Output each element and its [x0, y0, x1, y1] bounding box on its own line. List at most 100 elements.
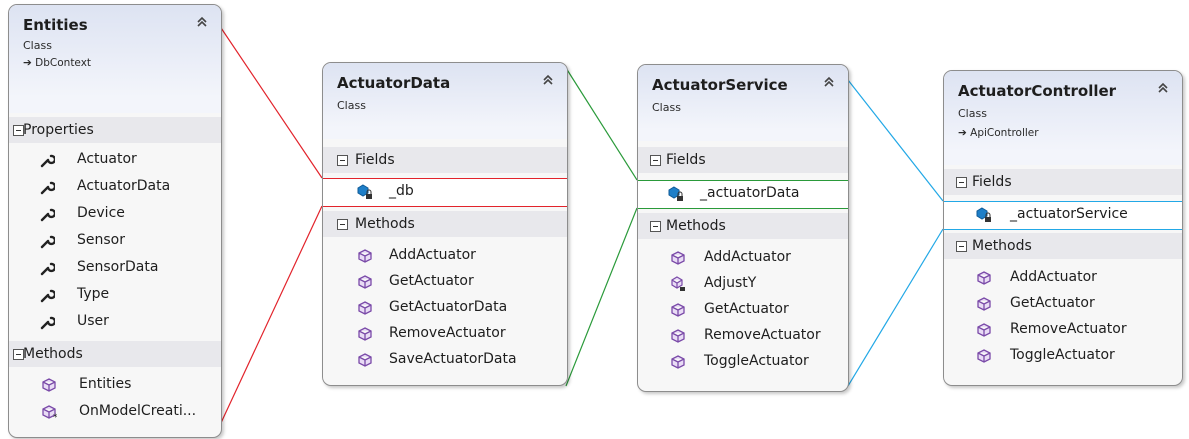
method-cube-icon — [977, 297, 991, 311]
property-item[interactable]: ActuatorData — [9, 174, 221, 200]
method-cube-icon — [358, 327, 372, 341]
collapse-section-icon[interactable] — [650, 155, 661, 166]
section-label: Fields — [972, 174, 1012, 190]
section-fields[interactable]: Fields — [638, 147, 848, 173]
collapse-section-icon[interactable] — [650, 221, 661, 232]
section-methods[interactable]: Methods — [323, 211, 567, 237]
property-item[interactable]: Actuator — [9, 147, 221, 173]
method-name: SaveActuatorData — [389, 351, 517, 367]
method-cube-icon — [358, 301, 372, 315]
class-title: ActuatorData — [337, 74, 451, 92]
section-label: Methods — [355, 216, 415, 232]
method-cube-icon — [977, 323, 991, 337]
base-class-name: ApiController — [970, 127, 1039, 139]
property-item[interactable]: Device — [9, 201, 221, 227]
svg-text:*: * — [53, 413, 57, 420]
class-box-actuatorcontroller[interactable]: ActuatorController Class ➔ ApiController… — [943, 70, 1183, 386]
property-name: ActuatorData — [77, 178, 171, 194]
collapse-section-icon[interactable] — [337, 219, 348, 230]
section-label: Methods — [972, 238, 1032, 254]
method-cube-icon — [358, 353, 372, 367]
wrench-icon — [40, 235, 55, 249]
method-item[interactable]: RemoveActuator — [323, 321, 567, 347]
wrench-icon — [40, 208, 55, 222]
class-kind: Class — [652, 101, 681, 114]
section-methods[interactable]: Methods — [9, 341, 221, 367]
section-fields[interactable]: Fields — [944, 169, 1182, 195]
class-kind: Class — [23, 39, 52, 52]
class-header: ActuatorData Class — [323, 63, 567, 139]
method-name: ToggleActuator — [704, 353, 809, 369]
method-name: GetActuatorData — [389, 299, 508, 315]
field-item[interactable]: _db — [323, 179, 567, 205]
link-entities-actuatordata-top — [212, 15, 323, 179]
section-label: Fields — [666, 152, 706, 168]
method-item[interactable]: GetActuatorData — [323, 295, 567, 321]
method-item[interactable]: GetActuator — [944, 291, 1182, 317]
method-item[interactable]: AddActuator — [323, 243, 567, 269]
class-header: Entities Class ➔ DbContext — [9, 5, 221, 113]
link-actuatordata-actuatorservice-bottom — [565, 207, 638, 387]
method-item[interactable]: AddActuator — [944, 265, 1182, 291]
collapse-icon[interactable] — [822, 75, 836, 89]
method-item[interactable]: Entities — [9, 372, 221, 398]
method-name: RemoveActuator — [1010, 321, 1127, 337]
field-item[interactable]: _actuatorData — [638, 181, 848, 207]
private-field-icon — [668, 186, 683, 201]
wrench-icon — [40, 154, 55, 168]
inherits-arrow-icon: ➔ — [958, 127, 967, 139]
method-name: AddActuator — [389, 247, 476, 263]
wrench-icon — [40, 289, 55, 303]
collapse-section-icon[interactable] — [956, 177, 967, 188]
private-field-icon — [976, 207, 991, 222]
collapse-icon[interactable] — [541, 73, 555, 87]
class-box-actuatordata[interactable]: ActuatorData Class Fields _db Methods Ad… — [322, 62, 568, 386]
collapse-icon[interactable] — [1156, 81, 1170, 95]
collapse-section-icon[interactable] — [956, 241, 967, 252]
method-name: RemoveActuator — [389, 325, 506, 341]
method-name: AddActuator — [704, 249, 791, 265]
property-name: Device — [77, 205, 125, 221]
method-item[interactable]: GetActuator — [323, 269, 567, 295]
section-label: Properties — [23, 122, 94, 138]
method-item[interactable]: RemoveActuator — [638, 323, 848, 349]
wrench-icon — [40, 181, 55, 195]
private-method-icon — [671, 276, 685, 291]
property-item[interactable]: User — [9, 309, 221, 335]
field-item[interactable]: _actuatorService — [944, 202, 1182, 228]
method-item[interactable]: RemoveActuator — [944, 317, 1182, 343]
method-item[interactable]: ToggleActuator — [944, 343, 1182, 369]
section-properties[interactable]: Properties — [9, 117, 221, 143]
class-header: ActuatorService Class — [638, 65, 848, 141]
method-item[interactable]: ToggleActuator — [638, 349, 848, 375]
class-title: ActuatorService — [652, 76, 788, 94]
property-item[interactable]: Sensor — [9, 228, 221, 254]
property-name: Type — [77, 286, 110, 302]
property-item[interactable]: Type — [9, 282, 221, 308]
method-item[interactable]: AdjustY — [638, 271, 848, 297]
section-methods[interactable]: Methods — [944, 233, 1182, 259]
link-actuatordata-actuatorservice-top — [565, 67, 638, 181]
section-methods[interactable]: Methods — [638, 213, 848, 239]
method-item[interactable]: AddActuator — [638, 245, 848, 271]
section-label: Fields — [355, 152, 395, 168]
method-cube-icon — [358, 275, 372, 289]
method-cube-icon — [977, 349, 991, 363]
base-class-name: DbContext — [35, 57, 92, 69]
collapse-icon[interactable] — [195, 15, 209, 29]
property-name: Sensor — [77, 232, 125, 248]
property-item[interactable]: SensorData — [9, 255, 221, 281]
collapse-section-icon[interactable] — [337, 155, 348, 166]
method-item[interactable]: * OnModelCreati... — [9, 399, 221, 425]
link-actuatorservice-controller-top — [847, 79, 944, 202]
base-class: ➔ ApiController — [958, 127, 1039, 139]
section-fields[interactable]: Fields — [323, 147, 567, 173]
class-box-entities[interactable]: Entities Class ➔ DbContext Properties Ac… — [8, 4, 222, 438]
method-cube-icon — [42, 378, 56, 392]
link-entities-actuatordata-bottom — [219, 205, 323, 426]
class-box-actuatorservice[interactable]: ActuatorService Class Fields _actuatorDa… — [637, 64, 849, 392]
method-item[interactable]: GetActuator — [638, 297, 848, 323]
method-cube-icon — [358, 249, 372, 263]
method-item[interactable]: SaveActuatorData — [323, 347, 567, 373]
method-name: Entities — [79, 376, 132, 392]
